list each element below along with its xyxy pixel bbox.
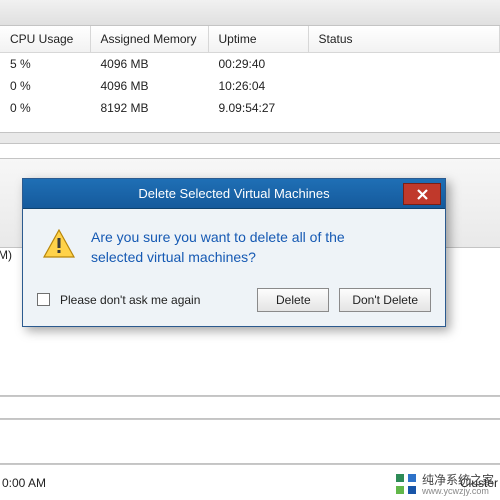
- status-time: 0:00 AM: [2, 476, 46, 490]
- col-cpu[interactable]: CPU Usage: [0, 26, 90, 53]
- watermark-url: www.ycwzjy.com: [422, 487, 494, 496]
- cell-cpu: 0 %: [0, 97, 90, 119]
- cell-status: [308, 53, 500, 76]
- watermark-brand: 纯净系统之家: [422, 474, 494, 487]
- delete-button[interactable]: Delete: [257, 288, 329, 312]
- table-row[interactable]: 0 % 8192 MB 9.09:54:27: [0, 97, 500, 119]
- dont-delete-button[interactable]: Don't Delete: [339, 288, 431, 312]
- cell-uptime: 9.09:54:27: [208, 97, 308, 119]
- cell-cpu: 5 %: [0, 53, 90, 76]
- cell-mem: 4096 MB: [90, 75, 208, 97]
- table-header-row: CPU Usage Assigned Memory Uptime Status: [0, 26, 500, 53]
- warning-icon: [43, 229, 75, 259]
- cell-mem: 4096 MB: [90, 53, 208, 76]
- cell-uptime: 10:26:04: [208, 75, 308, 97]
- side-hint-text: M): [0, 248, 12, 262]
- toolbar-band: [0, 0, 500, 26]
- close-button[interactable]: [403, 183, 441, 205]
- col-memory[interactable]: Assigned Memory: [90, 26, 208, 53]
- confirm-delete-dialog: Delete Selected Virtual Machines Are you…: [22, 178, 446, 327]
- col-status[interactable]: Status: [308, 26, 500, 53]
- cell-uptime: 00:29:40: [208, 53, 308, 76]
- cell-status: [308, 75, 500, 97]
- watermark-icon: [396, 474, 418, 496]
- dialog-message: Are you sure you want to delete all of t…: [91, 227, 391, 268]
- vm-table: CPU Usage Assigned Memory Uptime Status …: [0, 26, 500, 119]
- table-row[interactable]: 0 % 4096 MB 10:26:04: [0, 75, 500, 97]
- col-uptime[interactable]: Uptime: [208, 26, 308, 53]
- status-divider: [0, 463, 500, 465]
- cell-cpu: 0 %: [0, 75, 90, 97]
- divider-line-2: [0, 418, 500, 420]
- dialog-titlebar[interactable]: Delete Selected Virtual Machines: [23, 179, 445, 209]
- cell-mem: 8192 MB: [90, 97, 208, 119]
- dialog-title-text: Delete Selected Virtual Machines: [138, 186, 329, 201]
- watermark: 纯净系统之家 www.ycwzjy.com: [396, 474, 494, 496]
- divider-band: [0, 132, 500, 144]
- dont-ask-label: Please don't ask me again: [60, 293, 200, 307]
- table-row[interactable]: 5 % 4096 MB 00:29:40: [0, 53, 500, 76]
- dont-ask-checkbox[interactable]: [37, 293, 50, 306]
- divider-line: [0, 395, 500, 397]
- close-icon: [417, 189, 428, 200]
- cell-status: [308, 97, 500, 119]
